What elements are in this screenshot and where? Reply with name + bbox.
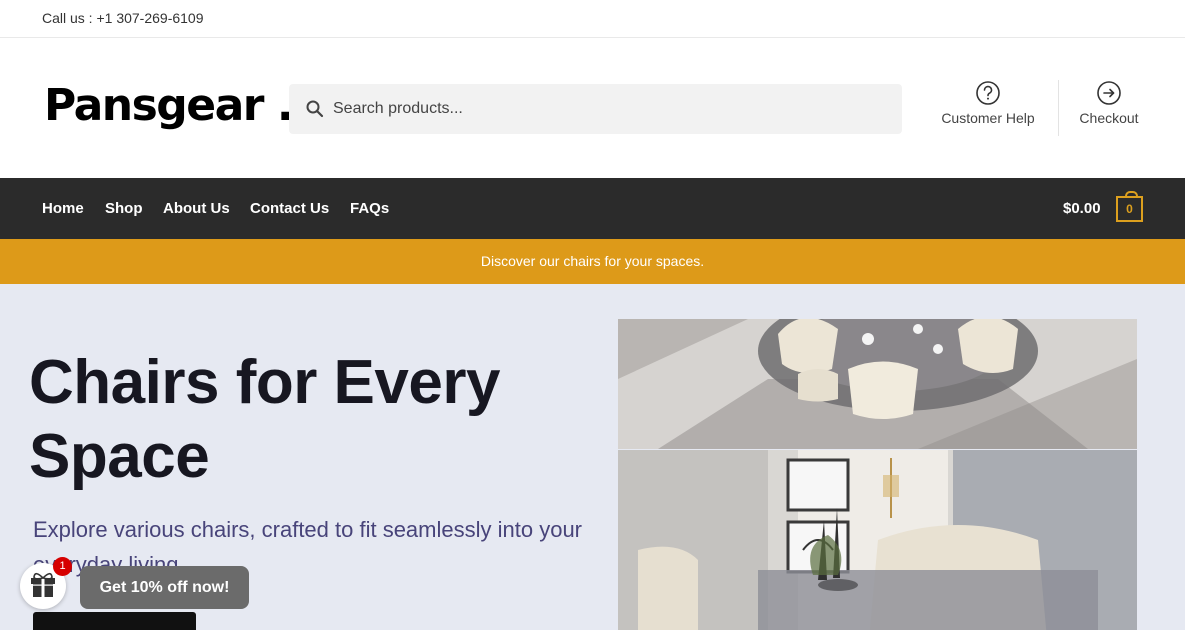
- hero-cta-button[interactable]: [33, 612, 196, 630]
- customer-help-label: Customer Help: [941, 110, 1035, 126]
- top-bar: Call us : +1 307-269-6109: [0, 0, 1185, 38]
- search-icon[interactable]: [305, 99, 325, 119]
- site-header: Pansgear . Customer Help Checkout: [0, 38, 1185, 178]
- cart-total[interactable]: $0.00: [1063, 200, 1101, 217]
- dining-room-side-view-image: [618, 450, 1137, 630]
- cart-icon[interactable]: 0: [1116, 191, 1143, 222]
- discount-offer-button[interactable]: Get 10% off now!: [80, 566, 249, 609]
- cart-count: 0: [1126, 202, 1133, 216]
- search-input[interactable]: [333, 84, 893, 134]
- hero-title: Chairs for Every Space: [29, 348, 501, 491]
- main-navigation: Home Shop About Us Contact Us FAQs $0.00…: [0, 178, 1185, 239]
- arrow-circle-icon: [1097, 81, 1121, 105]
- search-bar: [289, 84, 902, 134]
- nav-item-home[interactable]: Home: [42, 200, 84, 217]
- checkout-link[interactable]: Checkout: [1068, 80, 1150, 136]
- call-us-text: Call us : +1 307-269-6109: [42, 10, 204, 26]
- nav-item-faqs[interactable]: FAQs: [350, 200, 389, 217]
- checkout-label: Checkout: [1079, 110, 1139, 126]
- customer-help-link[interactable]: Customer Help: [932, 80, 1044, 136]
- promo-banner[interactable]: Discover our chairs for your spaces.: [0, 239, 1185, 284]
- hero-image: [618, 319, 1137, 630]
- nav-item-shop[interactable]: Shop: [105, 200, 143, 217]
- nav-item-contact-us[interactable]: Contact Us: [250, 200, 329, 217]
- dining-room-top-view-image: [618, 319, 1137, 449]
- site-logo[interactable]: Pansgear .: [44, 78, 294, 134]
- rewards-badge: 1: [53, 557, 72, 576]
- nav-item-about-us[interactable]: About Us: [163, 200, 230, 217]
- header-divider: [1058, 80, 1059, 136]
- question-circle-icon: [976, 81, 1000, 105]
